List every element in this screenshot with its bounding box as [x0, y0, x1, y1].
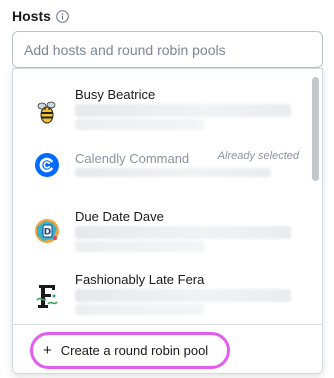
hosts-label-row: Hosts — [12, 8, 69, 24]
already-selected-label: Already selected — [217, 150, 299, 162]
svg-text:D: D — [44, 228, 51, 238]
hosts-search-input[interactable] — [24, 41, 311, 58]
list-item[interactable]: Due Date Dave D — [13, 195, 309, 257]
host-name: Fashionably Late Fera — [75, 272, 205, 287]
hosts-dropdown: Busy Beatrice Calendly Command Already s… — [12, 68, 323, 374]
list-scrollbar-thumb[interactable] — [312, 77, 319, 181]
dropdown-footer: + Create a round robin pool — [13, 324, 322, 373]
create-round-robin-pool-label: Create a round robin pool — [60, 343, 209, 358]
redacted-detail — [75, 241, 205, 252]
redacted-detail — [75, 289, 291, 302]
redacted-detail — [75, 119, 205, 130]
host-name: Busy Beatrice — [75, 87, 156, 102]
redacted-detail — [75, 304, 205, 315]
redacted-detail — [75, 104, 291, 117]
dave-avatar-icon: D — [33, 217, 61, 245]
plus-icon: + — [43, 342, 52, 359]
create-round-robin-pool-button[interactable]: + Create a round robin pool — [30, 332, 230, 369]
list-item[interactable]: Fashionably Late Fera — [13, 258, 309, 320]
calendly-logo-icon — [33, 151, 61, 179]
info-icon[interactable] — [56, 9, 69, 23]
list-item[interactable]: Busy Beatrice — [13, 73, 309, 135]
hosts-list: Busy Beatrice Calendly Command Already s… — [13, 69, 309, 324]
redacted-detail — [75, 168, 271, 177]
hosts-label: Hosts — [12, 8, 51, 24]
list-item: Calendly Command Already selected — [13, 137, 309, 199]
bee-avatar-icon — [33, 99, 61, 127]
hosts-search-field[interactable] — [12, 31, 323, 68]
fera-avatar-icon — [33, 282, 61, 310]
redacted-detail — [75, 226, 291, 239]
host-name: Due Date Dave — [75, 209, 164, 224]
host-name: Calendly Command — [75, 151, 190, 166]
